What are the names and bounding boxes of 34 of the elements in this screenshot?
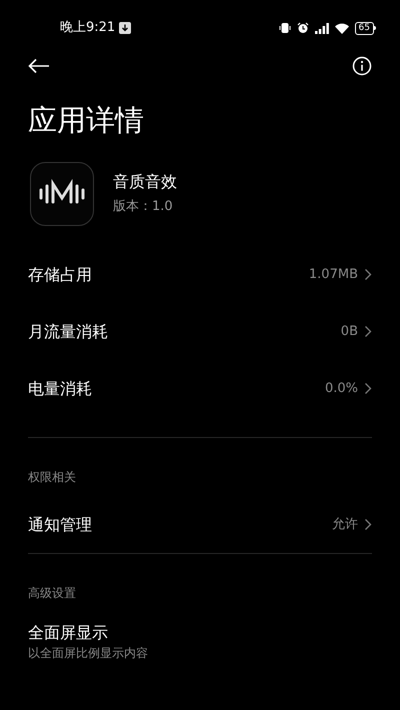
section-header: 高级设置 <box>28 585 77 602</box>
chevron-icon <box>364 325 372 338</box>
app-version: 版本：1.0 <box>113 198 174 216</box>
app-name: 音质音效 <box>113 171 177 194</box>
section-header: 权限相关 <box>28 469 77 486</box>
settings-row[interactable]: 月流量消耗 0B <box>0 303 400 360</box>
battery-icon: 65 <box>354 22 376 34</box>
row-label: 存储占用 <box>28 264 92 286</box>
row-value: 1.07MB <box>308 266 358 284</box>
row-value: 0.0% <box>324 380 358 398</box>
alarm-icon <box>296 22 309 34</box>
back-icon[interactable] <box>28 58 50 74</box>
signal-icon <box>314 22 329 34</box>
status-time: 晚上9:21 <box>60 19 116 38</box>
settings-row[interactable]: 电量消耗 0.0% <box>0 360 400 417</box>
row-label: 月流量消耗 <box>28 320 108 342</box>
info-icon[interactable] <box>352 56 372 76</box>
row-label: 电量消耗 <box>28 378 92 400</box>
app-icon[interactable] <box>30 162 94 226</box>
row-label: 通知管理 <box>28 514 92 536</box>
row-value: 0B <box>340 322 358 341</box>
row-subtitle: 以全面屏比例显示内容 <box>28 645 149 662</box>
settings-row[interactable]: 存储占用 1.07MB <box>0 246 400 303</box>
download-icon <box>119 22 132 34</box>
chevron-icon <box>364 518 372 531</box>
settings-row[interactable]: 通知管理 允许 <box>28 496 372 553</box>
settings-row[interactable]: 全面屏显示 以全面屏比例显示内容 <box>28 612 372 662</box>
wifi-icon <box>334 22 349 34</box>
chevron-icon <box>364 382 372 395</box>
row-value: 允许 <box>332 516 358 534</box>
page-title: 应用详情 <box>27 102 145 139</box>
chevron-icon <box>364 268 372 281</box>
vibrate-icon <box>278 22 291 34</box>
row-label: 全面屏显示 <box>28 622 109 644</box>
